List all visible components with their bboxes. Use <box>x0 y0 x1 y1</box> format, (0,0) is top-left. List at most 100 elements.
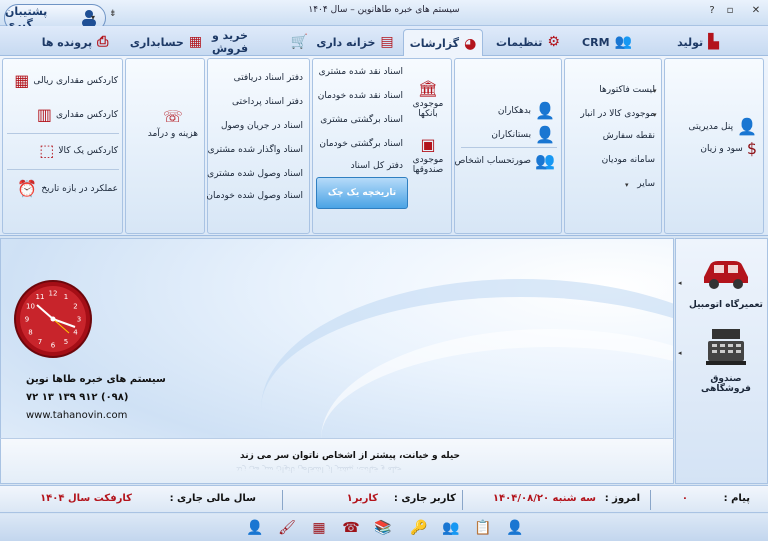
taxpayer-system-button[interactable]: سامانه مودیان <box>602 155 655 165</box>
bank-balance-button[interactable]: 🏛 موجودی بانکها <box>411 81 445 120</box>
current-user-value: کاربر۱ <box>346 493 378 504</box>
store-register-button[interactable]: صندوق فروشگاهی <box>686 327 766 394</box>
tab-files[interactable]: پرونده ها ⎙ <box>30 29 120 55</box>
user-check-icon[interactable]: 👤 <box>506 519 524 537</box>
divider <box>7 169 119 170</box>
printer-icon: ⎙ <box>97 34 109 50</box>
ribbon-group-cardex: کاردکس مقداری ریالی ▦ کاردکس مقداری ▥ کا… <box>2 58 123 234</box>
ribbon-panel: 👤 پنل مدیریتی $ سود و زیان لیست فاکتورها… <box>0 56 768 236</box>
creditors-button[interactable]: 👤 بستانکاران <box>491 127 555 143</box>
profit-loss-button[interactable]: $ سود و زیان <box>700 141 757 157</box>
ribbon-item-label: کاردکس مقداری <box>56 110 118 120</box>
ribbon-item-label: سامانه مودیان <box>601 155 655 165</box>
dropdown-arrow-icon: ▾ <box>653 87 657 95</box>
ribbon-item-label: اسناد در جریان وصول <box>220 121 303 131</box>
clock-numeral: 9 <box>25 316 29 324</box>
tab-label: تنظیمات <box>496 35 543 49</box>
company-name: سیستم های خبره طاها نوین <box>26 374 166 385</box>
calculator-icon[interactable]: ▦ <box>310 519 328 537</box>
in-collection-docs-button[interactable]: اسناد در جریان وصول <box>221 121 303 131</box>
status-bar: پیام : ۰ امروز : سه شنبه ۱۴۰۴/۰۸/۲۰ کارب… <box>0 485 768 513</box>
ribbon-item-label: اسناد نقد شده خودمان <box>317 91 403 101</box>
tab-crm[interactable]: CRM 👥 <box>572 29 642 55</box>
clock-numeral: 8 <box>28 329 32 337</box>
received-docs-button[interactable]: دفتر اسناد دریافتی <box>234 73 303 83</box>
debtors-button[interactable]: 👤 بدهکاران <box>498 103 555 119</box>
clock-numeral: 5 <box>64 338 68 346</box>
chevron-left-icon[interactable]: ◂ <box>678 279 682 287</box>
cash-balance-button[interactable]: ▣ موجودی صندوقها <box>411 137 445 176</box>
cost-income-button[interactable]: ☏ هزینه و درآمد <box>148 109 198 140</box>
window-title: سیستم های خبره طاهانوین – سال ۱۴۰۴ <box>308 5 460 15</box>
car-repair-button[interactable]: تعمیرگاه اتومبیل <box>686 255 766 310</box>
status-separator <box>282 490 283 510</box>
cash-register-icon <box>706 329 746 365</box>
clock-numeral: 10 <box>26 303 35 311</box>
period-performance-button[interactable]: عملکرد در بازه تاریخ ⏰ <box>17 181 118 197</box>
persons-icon: 👥 <box>535 151 555 170</box>
ribbon-item-label: صورتحساب اشخاص <box>454 156 532 166</box>
cardex-one-item-button[interactable]: کاردکس یک کالا ⬚ <box>39 143 118 159</box>
users-search-icon[interactable]: 👥 <box>442 519 460 537</box>
tab-treasury[interactable]: خزانه داری ▤ <box>312 29 398 55</box>
tab-settings[interactable]: تنظیمات ⚙ <box>486 29 570 55</box>
tab-accounting[interactable]: حسابداری ▦ <box>124 29 208 55</box>
key-icon[interactable]: 🔑 <box>410 519 428 537</box>
check-history-button[interactable]: تاریخچه یک چک <box>316 177 408 209</box>
other-button[interactable]: سایر <box>637 179 655 189</box>
invoice-list-button[interactable]: لیست فاکتورها <box>599 85 655 95</box>
help-icon[interactable]: ? <box>704 4 720 18</box>
brush-icon[interactable]: 🖌 <box>278 519 296 537</box>
clock-numeral: 2 <box>73 303 77 311</box>
bank-notes-icon: ▤ <box>380 34 394 50</box>
close-icon[interactable]: ✕ <box>748 4 764 18</box>
chevron-left-icon[interactable]: ◂ <box>678 349 682 357</box>
fiscal-year-value: کارفکت سال ۱۴۰۴ <box>40 493 132 504</box>
company-website[interactable]: www.tahanovin.com <box>26 410 127 421</box>
warehouse-stock-button[interactable]: موجودی کالا در انبار <box>580 109 655 119</box>
ribbon-item-label: اسناد نقد شده مشتری <box>318 67 403 77</box>
notes-icon[interactable]: 📋 <box>474 519 492 537</box>
ribbon-item-label: نقطه سفارش <box>602 131 655 141</box>
message-count[interactable]: ۰ <box>682 493 688 504</box>
docs-ledger-button[interactable]: دفتر کل اسناد <box>351 161 403 171</box>
quick-access-arrow-icon[interactable]: ⇟ <box>109 9 117 19</box>
tab-label: CRM <box>582 35 610 49</box>
ribbon-item-label: پنل مدیریتی <box>688 122 734 132</box>
customer-collected-docs-button[interactable]: اسناد وصول شده مشتری <box>207 169 303 179</box>
order-point-button[interactable]: نقطه سفارش <box>603 131 655 141</box>
restore-icon[interactable]: ▫ <box>722 4 738 18</box>
person-icon: 👤 <box>535 125 555 144</box>
our-collected-docs-button[interactable]: اسناد وصول شده خودمان <box>206 191 303 201</box>
customer-cashed-docs-button[interactable]: اسناد نقد شده مشتری <box>319 67 403 77</box>
tab-label: حسابداری <box>129 35 184 49</box>
tab-label: خزانه داری <box>316 35 376 49</box>
ribbon-tab-row: تولید ▙ CRM 👥 تنظیمات ⚙ گزارشات ◕ خزانه … <box>0 26 768 57</box>
our-returned-docs-button[interactable]: اسناد برگشتی خودمان <box>319 139 403 149</box>
side-item-label: صندوق فروشگاهی <box>701 374 751 394</box>
cardex-quantity-button[interactable]: کاردکس مقداری ▥ <box>37 107 118 123</box>
cardex-quantity-rial-button[interactable]: کاردکس مقداری ریالی ▦ <box>14 73 118 89</box>
ribbon-item-label: موجودی صندوقها <box>412 155 444 175</box>
ribbon-item-label: بستانکاران <box>491 130 532 140</box>
phone-icon[interactable]: ☎ <box>342 519 360 537</box>
status-separator <box>462 490 463 510</box>
user-icon[interactable]: 👤 <box>246 519 264 537</box>
customer-returned-docs-button[interactable]: اسناد برگشتی مشتری <box>320 115 403 125</box>
books-icon[interactable]: 📚 <box>374 519 392 537</box>
ribbon-group-persons: 👤 بدهکاران 👤 بستانکاران 👥 صورتحساب اشخاص <box>454 58 562 234</box>
ribbon-item-label: عملکرد در بازه تاریخ <box>41 184 118 194</box>
persons-statement-button[interactable]: 👥 صورتحساب اشخاص <box>455 153 555 169</box>
clock-numeral: 3 <box>77 316 81 324</box>
divider <box>461 147 557 148</box>
tab-purchase-sales[interactable]: خرید و فروش 🛒 <box>212 29 308 55</box>
our-cashed-docs-button[interactable]: اسناد نقد شده خودمان <box>318 91 403 101</box>
management-panel-button[interactable]: 👤 پنل مدیریتی <box>688 119 757 135</box>
tab-production[interactable]: تولید ▙ <box>648 29 748 55</box>
clock-numeral: 1 <box>64 293 68 301</box>
paid-docs-button[interactable]: دفتر اسناد پرداختی <box>232 97 303 107</box>
tab-reports[interactable]: گزارشات ◕ <box>403 29 483 57</box>
ribbon-item-label: دفتر کل اسناد <box>350 161 403 171</box>
customer-assigned-docs-button[interactable]: اسناد واگذار شده مشتری <box>208 145 303 155</box>
clock-numeral: 4 <box>73 329 78 337</box>
